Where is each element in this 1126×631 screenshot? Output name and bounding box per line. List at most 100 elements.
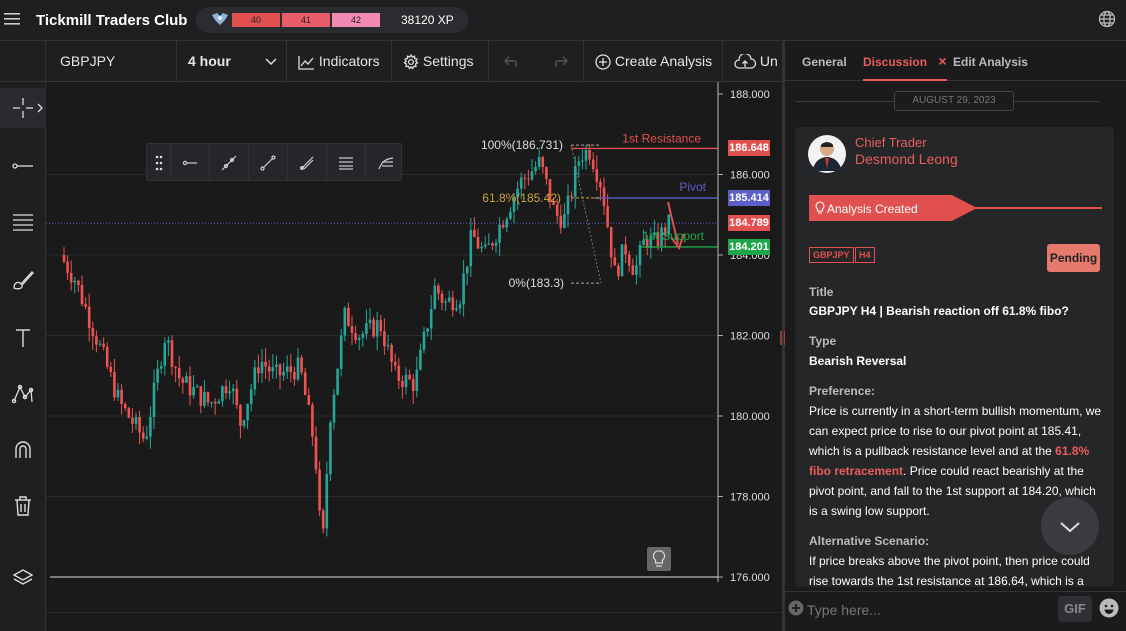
drag-dots-icon [155, 155, 162, 170]
message-input[interactable] [807, 600, 1047, 620]
candle-body [465, 266, 469, 274]
candle-body [386, 344, 390, 347]
candle-body [177, 368, 181, 379]
candle-body [422, 331, 426, 350]
redo-button[interactable] [535, 41, 584, 81]
price-badge-resistance: 186.648 [728, 140, 770, 156]
candle-body [368, 319, 372, 324]
extended-line-tool[interactable] [210, 144, 249, 181]
candle-body [404, 374, 408, 388]
candle-body [483, 244, 487, 247]
candle-body [635, 265, 638, 275]
y-tick-label: 180.000 [730, 411, 770, 423]
drag-handle[interactable] [147, 144, 171, 181]
text-tool[interactable] [0, 318, 46, 358]
candle-body [77, 280, 80, 285]
candle-body [570, 195, 573, 197]
candle-body [131, 417, 134, 424]
candle-body [318, 469, 321, 511]
candle-body [105, 346, 109, 367]
message-composer: GIF [785, 591, 1126, 631]
author-role: Chief Trader [855, 135, 927, 150]
upload-button[interactable]: Un [723, 41, 782, 81]
symbol-tag: GBPJPY [809, 247, 854, 263]
candle-body [181, 378, 185, 383]
candle-body [473, 229, 476, 238]
candle-body [329, 422, 332, 475]
candle-body [120, 389, 123, 404]
y-tick-label: 176.000 [730, 572, 770, 584]
fib-tool[interactable] [366, 144, 405, 181]
tab-edit-analysis[interactable]: Edit Analysis [953, 55, 1028, 69]
candle-body [519, 177, 523, 189]
candle-body [278, 364, 282, 376]
candle-body [469, 229, 473, 267]
symbol-selector[interactable]: GBPJPY [46, 41, 177, 81]
candle-body [123, 403, 127, 409]
candle-body [134, 417, 138, 424]
candle-body [275, 364, 278, 368]
candle-body [609, 227, 613, 258]
candle-body [375, 320, 379, 337]
ray-tool[interactable] [171, 144, 210, 181]
candle-body [494, 242, 498, 246]
candle-body [80, 284, 84, 305]
trend-line-icon [260, 154, 276, 171]
candle-body [62, 255, 66, 262]
candle-body [289, 366, 293, 372]
candle-body [433, 285, 437, 309]
channel-tool[interactable] [0, 202, 46, 242]
price-badge-current: 184.789 [728, 215, 770, 231]
candle-body [491, 243, 494, 246]
candle-body [264, 361, 267, 367]
line-tool[interactable] [0, 146, 46, 186]
delete-drawings-button[interactable] [0, 486, 46, 526]
candle-body [203, 392, 206, 406]
pattern-tool[interactable] [0, 374, 46, 414]
brush-tool[interactable] [0, 260, 46, 300]
scroll-down-button[interactable] [1041, 497, 1099, 555]
redo-icon [555, 56, 568, 68]
candle-body [613, 257, 617, 266]
create-analysis-button[interactable]: Create Analysis [584, 41, 723, 81]
trend-line-tool[interactable] [249, 144, 288, 181]
parallel-channel-tool[interactable] [327, 144, 366, 181]
hamburger-menu-icon[interactable] [4, 11, 20, 27]
globe-icon[interactable] [1098, 10, 1116, 28]
layers-button[interactable] [0, 558, 46, 598]
candle-body [98, 343, 102, 345]
emoji-icon[interactable] [1099, 598, 1119, 618]
timeframe-dropdown[interactable]: 4 hour [177, 41, 287, 81]
tab-general[interactable]: General [802, 55, 847, 69]
settings-button[interactable]: Settings [392, 41, 489, 81]
magnet-tool[interactable] [0, 430, 46, 470]
candle-body [314, 436, 318, 470]
rank-badge-icon [212, 13, 228, 25]
candle-body [213, 402, 217, 404]
candle-body [332, 394, 336, 423]
level-segment: 40 [232, 13, 280, 27]
candle-body [429, 308, 433, 329]
title-label: Title [809, 285, 834, 299]
time-axis-strip [46, 612, 782, 631]
add-attachment-icon[interactable] [788, 600, 804, 616]
arrow-line-tool[interactable] [288, 144, 327, 181]
candle-body [242, 420, 246, 426]
create-analysis-label: Create Analysis [614, 53, 713, 69]
gif-button[interactable]: GIF [1058, 596, 1092, 622]
candle-body [419, 349, 422, 370]
candle-body [555, 204, 559, 216]
candle-body [257, 367, 260, 374]
tab-discussion-label: Discussion [863, 55, 928, 69]
analysis-created-label: Analysis Created [827, 202, 918, 216]
undo-button[interactable] [489, 41, 535, 81]
candle-body [210, 402, 213, 404]
tab-close-icon[interactable]: × [938, 53, 946, 69]
level-segment: 42 [332, 13, 380, 27]
candle-body [321, 510, 325, 529]
crosshair-tool[interactable] [0, 88, 46, 128]
indicators-button[interactable]: Indicators [287, 41, 392, 81]
chevron-down-icon [1060, 522, 1080, 533]
tab-discussion[interactable]: Discussion × [863, 53, 947, 81]
candle-body [249, 389, 253, 404]
